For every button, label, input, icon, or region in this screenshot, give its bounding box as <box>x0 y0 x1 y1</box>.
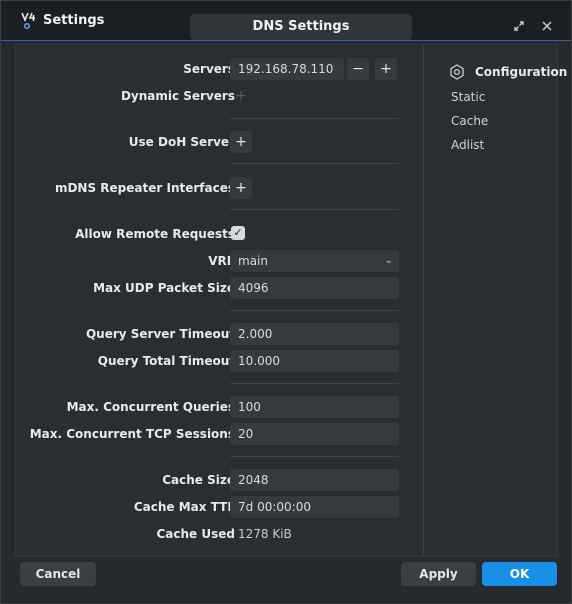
cache-size-input[interactable]: 2048 <box>230 469 399 491</box>
allow-remote-label: Allow Remote Requests <box>75 227 235 241</box>
max-concurrent-tcp-input[interactable]: 20 <box>230 423 399 445</box>
add-server-button[interactable]: + <box>375 58 397 80</box>
add-dynamic-server-button: + <box>235 88 247 104</box>
side-navigation: Configuration Static Cache Adlist <box>425 45 567 556</box>
max-concurrent-tcp-label: Max. Concurrent TCP Sessions <box>29 427 235 441</box>
query-total-timeout-input[interactable]: 10.000 <box>230 350 399 372</box>
configuration-heading-label: Configuration <box>475 65 568 79</box>
servers-input[interactable]: 192.168.78.110 <box>230 58 344 80</box>
divider <box>230 163 399 164</box>
divider <box>230 118 399 119</box>
cancel-button[interactable]: Cancel <box>20 562 96 586</box>
restore-icon[interactable] <box>512 19 526 33</box>
divider <box>230 310 399 311</box>
dialog-footer: Cancel Apply OK <box>1 559 571 603</box>
max-udp-label: Max UDP Packet Size <box>93 281 235 295</box>
dynamic-servers-label: Dynamic Servers <box>120 89 235 103</box>
close-icon[interactable] <box>540 19 554 33</box>
divider <box>230 383 399 384</box>
cache-used-value: 1278 KiB <box>238 527 292 541</box>
cache-max-ttl-input[interactable]: 7d 00:00:00 <box>230 496 399 518</box>
add-doh-server-button[interactable]: + <box>230 131 252 153</box>
title-bar: Settings DNS Settings <box>1 1 571 41</box>
dialog-content: Servers 192.168.78.110 − + Dynamic Serve… <box>15 44 567 557</box>
use-doh-label: Use DoH Server <box>128 135 235 149</box>
ok-button[interactable]: OK <box>482 562 557 586</box>
cache-max-ttl-label: Cache Max TTL <box>133 500 235 514</box>
max-concurrent-queries-input[interactable]: 100 <box>230 396 399 418</box>
dns-settings-form: Servers 192.168.78.110 − + Dynamic Serve… <box>16 45 424 556</box>
servers-label: Servers <box>183 62 235 76</box>
app-logo-icon <box>21 12 35 30</box>
vrf-value: main <box>238 254 268 268</box>
query-total-timeout-label: Query Total Timeout <box>97 354 235 368</box>
mdns-label: mDNS Repeater Interfaces <box>54 181 235 195</box>
allow-remote-checkbox[interactable]: ✓ <box>231 226 245 240</box>
cache-size-label: Cache Size <box>162 473 235 487</box>
cache-used-label: Cache Used <box>156 527 236 541</box>
divider <box>230 456 399 457</box>
divider <box>230 209 399 210</box>
gear-icon <box>450 64 464 80</box>
max-udp-input[interactable]: 4096 <box>230 277 399 299</box>
nav-item-cache[interactable]: Cache <box>451 114 488 128</box>
max-concurrent-queries-label: Max. Concurrent Queries <box>66 400 235 414</box>
query-server-timeout-input[interactable]: 2.000 <box>230 323 399 345</box>
add-mdns-interface-button[interactable]: + <box>230 177 252 199</box>
settings-window: Settings DNS Settings Servers 192.168.78… <box>0 0 572 604</box>
window-title: Settings <box>43 13 105 28</box>
nav-item-static[interactable]: Static <box>451 90 485 104</box>
remove-server-button[interactable]: − <box>347 58 369 80</box>
query-server-timeout-label: Query Server Timeout <box>85 327 235 341</box>
nav-item-adlist[interactable]: Adlist <box>451 138 484 152</box>
apply-button[interactable]: Apply <box>401 562 476 586</box>
vrf-select[interactable]: main ⌄ <box>230 250 399 272</box>
chevron-down-icon: ⌄ <box>384 255 393 266</box>
dialog-title: DNS Settings <box>190 14 412 40</box>
